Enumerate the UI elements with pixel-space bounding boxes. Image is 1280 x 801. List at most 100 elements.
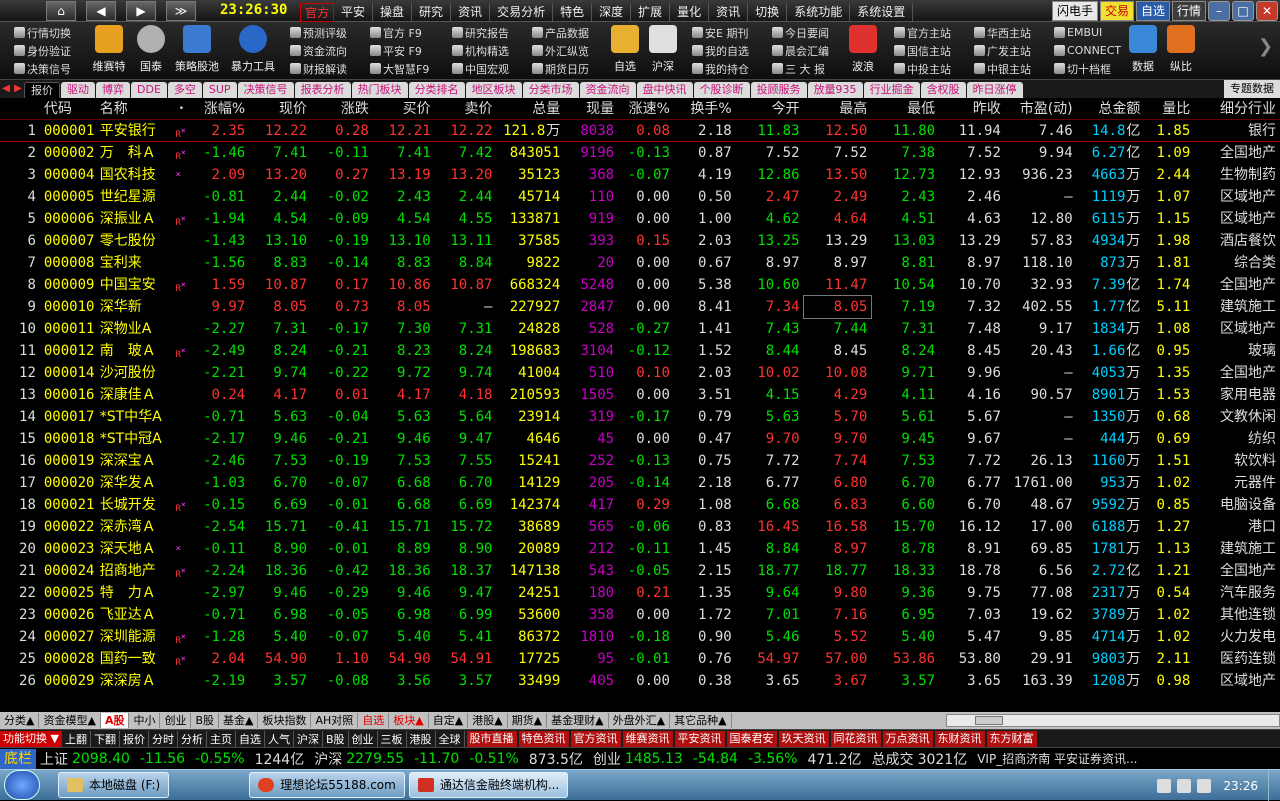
tab-item[interactable]: 行业掘金: [863, 82, 920, 98]
tb-fund-flow[interactable]: 资金流向: [290, 42, 347, 59]
table-row[interactable]: 9 000010 深华新 9.97 8.05 0.73 8.05 — 227927 2847 0.0…: [0, 295, 1280, 319]
column-header[interactable]: 卖价: [435, 98, 497, 119]
tb-forecast[interactable]: 预测评级: [290, 24, 347, 41]
market-tab[interactable]: 板块▲: [389, 713, 429, 728]
forward-button[interactable]: ▶: [126, 1, 156, 21]
flash-trade-button[interactable]: 闪电手: [1051, 1, 1098, 21]
close-icon[interactable]: ✕: [1256, 1, 1278, 21]
tb-official-f9[interactable]: 官方 F9: [370, 24, 422, 41]
column-header[interactable]: 买价: [373, 98, 435, 119]
column-header[interactable]: •: [175, 98, 187, 119]
tb-decision-signal[interactable]: 决策信号: [14, 60, 71, 77]
function-item[interactable]: 主页: [207, 730, 236, 747]
tab-item[interactable]: 决策信号: [237, 82, 294, 98]
tb-guangfa-site[interactable]: 广发主站: [974, 42, 1031, 59]
market-tab[interactable]: 分类▲: [0, 713, 40, 728]
toolbar-scroll-right-icon[interactable]: ❯: [1258, 36, 1273, 57]
tray-clock[interactable]: 23:26: [1223, 779, 1258, 793]
table-row[interactable]: 16 000019 深深宝Ａ -2.46 7.53 -0.19 7.53 7.55 15241 2…: [0, 450, 1280, 472]
menu-news[interactable]: 资讯: [451, 3, 491, 22]
tab-item[interactable]: 资金流向: [579, 82, 636, 98]
column-header[interactable]: 总金额: [1077, 98, 1145, 119]
tab-item[interactable]: 分类市场: [522, 82, 579, 98]
column-header[interactable]: 涨跌: [311, 98, 373, 119]
function-item[interactable]: 分时: [149, 730, 178, 747]
column-header[interactable]: 总量: [496, 98, 564, 119]
function-item[interactable]: 自选: [236, 730, 265, 747]
tb-dzh-f9[interactable]: 大智慧F9: [370, 60, 429, 77]
tab-item[interactable]: 地区板块: [465, 82, 522, 98]
function-item[interactable]: 三板: [378, 730, 407, 747]
table-row[interactable]: 8 000009 中国宝安 R× 1.59 10.87 0.17 10.86 10.87 6683…: [0, 274, 1280, 296]
market-tab[interactable]: B股: [191, 713, 219, 728]
menu-extend[interactable]: 扩展: [631, 3, 671, 22]
menu-trade-analysis[interactable]: 交易分析: [490, 3, 554, 22]
flag-icon[interactable]: [1197, 778, 1212, 793]
news-link[interactable]: 股市直播: [466, 730, 517, 747]
news-link[interactable]: 东方财富: [986, 730, 1037, 747]
column-header[interactable]: 涨速%: [618, 98, 674, 119]
news-link[interactable]: 平安资讯: [674, 730, 725, 747]
tab-item[interactable]: SUP: [202, 82, 237, 98]
function-item[interactable]: 沪深: [294, 730, 323, 747]
market-tab[interactable]: 基金理财▲: [547, 713, 609, 728]
market-tab[interactable]: 基金▲: [219, 713, 259, 728]
tb-wave[interactable]: 波浪: [838, 25, 888, 74]
function-item[interactable]: 报价: [120, 730, 149, 747]
ticker-news[interactable]: VIP_招商济南 平安证券资讯...: [977, 750, 1137, 767]
column-header[interactable]: 名称: [98, 98, 176, 119]
tab-prev-icon[interactable]: ◀: [0, 80, 12, 98]
tb-identity[interactable]: 身份验证: [14, 42, 71, 59]
tb-macro[interactable]: 中国宏观: [452, 60, 509, 77]
tb-forex[interactable]: 外汇纵览: [532, 42, 589, 59]
tb-hushen[interactable]: 沪深: [638, 25, 688, 74]
table-row[interactable]: 26 000029 深深房Ａ -2.19 3.57 -0.08 3.56 3.57 33499 4…: [0, 670, 1280, 692]
menu-info[interactable]: 资讯: [709, 3, 749, 22]
column-header[interactable]: 量比: [1144, 98, 1194, 119]
function-item[interactable]: B股: [323, 730, 349, 747]
table-row[interactable]: 5 000006 深振业Ａ R× -1.94 4.54 -0.09 4.54 4.55 13387…: [0, 208, 1280, 230]
tb-product-data[interactable]: 产品数据: [532, 24, 589, 41]
task-drive[interactable]: 本地磁盘 (F:): [58, 772, 170, 798]
network-icon[interactable]: [1157, 778, 1172, 793]
back-button[interactable]: ◀: [86, 1, 116, 21]
tab-item[interactable]: 热门板块: [351, 82, 408, 98]
market-tab[interactable]: 其它品种▲: [670, 713, 732, 728]
function-item[interactable]: 分析: [178, 730, 207, 747]
table-row[interactable]: 6 000007 零七股份 -1.43 13.10 -0.19 13.10 13.11 3758…: [0, 230, 1280, 252]
table-row[interactable]: 21 000024 招商地产 R× -2.24 18.36 -0.42 18.36 18.37 1…: [0, 560, 1280, 582]
table-row[interactable]: 3 000004 国农科技 × 2.09 13.20 0.27 13.19 13.20 35123…: [0, 164, 1280, 186]
scrollbar-thumb[interactable]: [975, 716, 1003, 725]
tb-zhongyin-site[interactable]: 中银主站: [974, 60, 1031, 77]
table-row[interactable]: 17 000020 深华发Ａ -1.03 6.70 -0.07 6.68 6.70 14129 2…: [0, 472, 1280, 494]
tab-item[interactable]: 多空: [167, 82, 202, 98]
news-link[interactable]: 维赛资讯: [622, 730, 673, 747]
horizontal-scrollbar[interactable]: [946, 714, 1280, 727]
menu-special[interactable]: 特色: [553, 3, 593, 22]
news-link[interactable]: 东财资讯: [934, 730, 985, 747]
column-header[interactable]: 市盈(动): [1005, 98, 1077, 119]
task-tdx[interactable]: 通达信金融终端机构...: [408, 772, 569, 798]
start-button[interactable]: [4, 770, 40, 800]
news-link[interactable]: 国泰君安: [726, 730, 777, 747]
market-tab[interactable]: 自定▲: [429, 713, 469, 728]
menu-research[interactable]: 研究: [412, 3, 452, 22]
menu-depth[interactable]: 深度: [592, 3, 632, 22]
market-tab[interactable]: 资金模型▲: [39, 713, 101, 728]
tb-connect[interactable]: CONNECT: [1054, 42, 1121, 59]
menu-system-func[interactable]: 系统功能: [787, 3, 851, 22]
market-tab[interactable]: 中小: [129, 713, 161, 728]
table-row[interactable]: 12 000014 沙河股份 -2.21 9.74 -0.22 9.72 9.74 41004 5…: [0, 362, 1280, 384]
tb-journal[interactable]: 安E 期刊: [692, 24, 748, 41]
news-link[interactable]: 特色资讯: [518, 730, 569, 747]
tab-item[interactable]: 盘中快讯: [636, 82, 693, 98]
table-row[interactable]: 25 000028 国药一致 R× 2.04 54.90 1.10 54.90 54.91 177…: [0, 648, 1280, 670]
menu-quant[interactable]: 量化: [670, 3, 710, 22]
menu-system-settings[interactable]: 系统设置: [850, 3, 914, 22]
tab-item[interactable]: 投顾服务: [750, 82, 807, 98]
table-row[interactable]: 13 000016 深康佳Ａ 0.24 4.17 0.01 4.17 4.18 210593 15…: [0, 384, 1280, 406]
tab-item[interactable]: DDE: [131, 82, 167, 98]
ticker-label[interactable]: 底栏: [0, 748, 36, 769]
trade-button[interactable]: 交易: [1099, 1, 1134, 21]
tab-item[interactable]: 分类排名: [408, 82, 465, 98]
